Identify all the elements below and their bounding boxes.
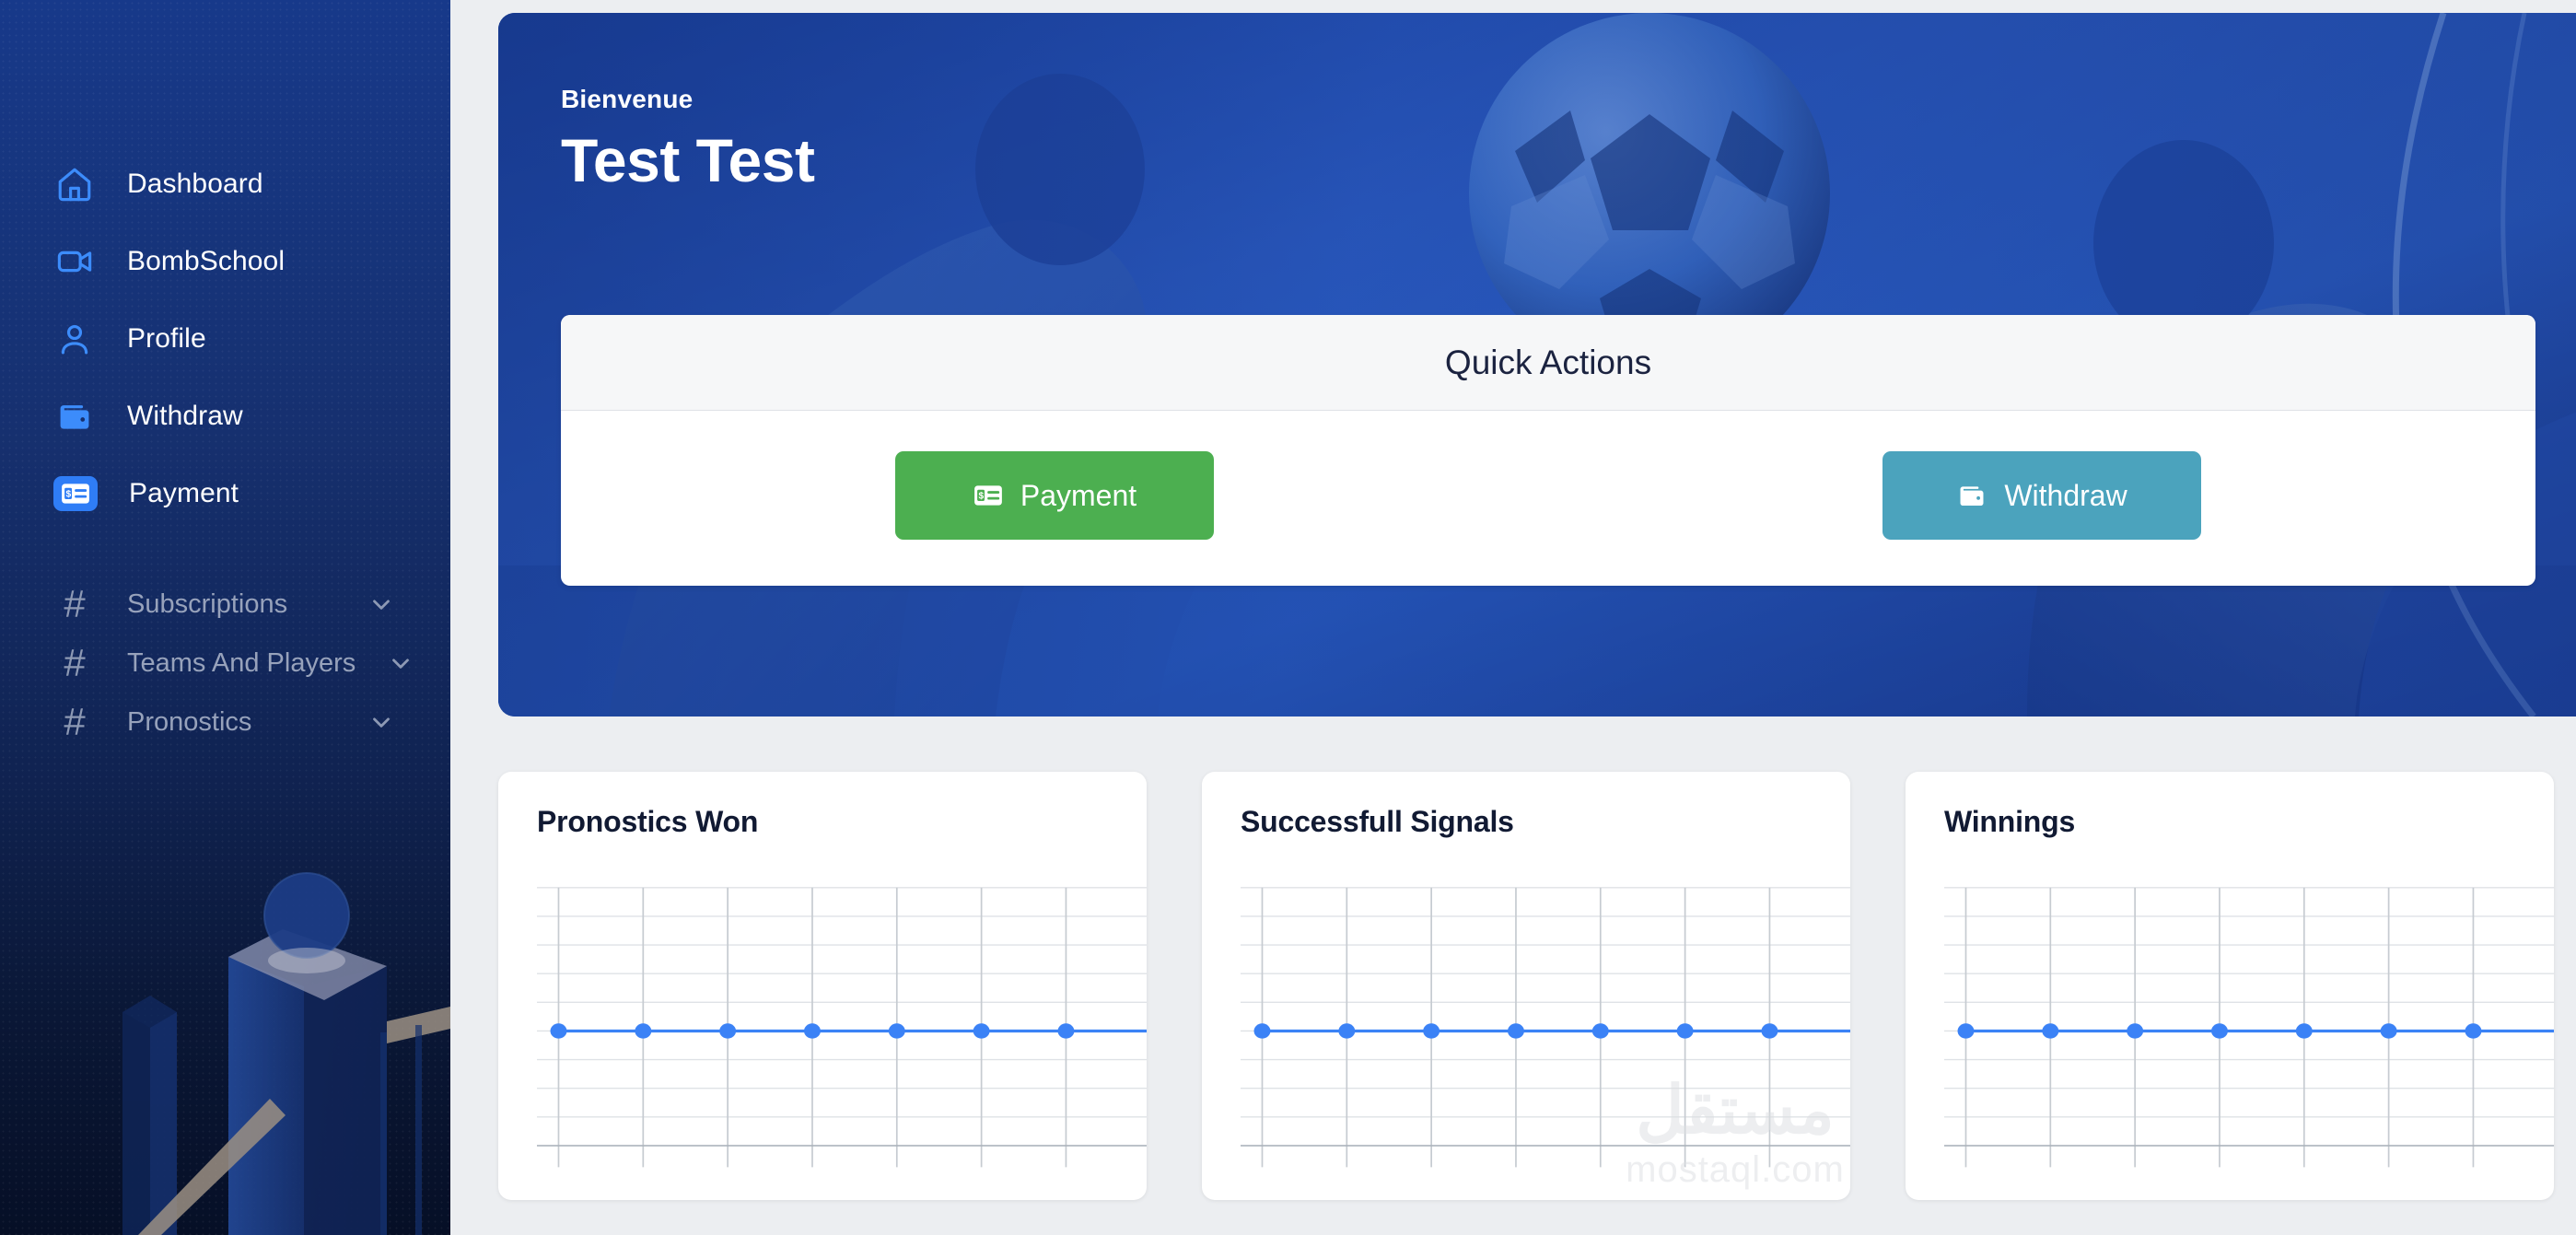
hero-text: Bienvenue Test Test bbox=[561, 85, 815, 195]
sidebar-item-withdraw[interactable]: Withdraw bbox=[0, 378, 450, 455]
sidebar-item-label: Withdraw bbox=[127, 401, 243, 431]
payment-button-label: Payment bbox=[1020, 478, 1137, 512]
main-content: Bienvenue Test Test Quick Actions $ Paym… bbox=[450, 0, 2576, 1235]
sidebar-item-label: Payment bbox=[129, 478, 239, 508]
chart-winnings bbox=[1944, 882, 2554, 1178]
stat-cards-row: Pronostics Won Successfull Signals Winni… bbox=[450, 772, 2576, 1200]
chart-successfull-signals bbox=[1241, 882, 1850, 1178]
isometric-city-illustration bbox=[122, 872, 450, 1235]
quick-actions-header: Quick Actions bbox=[561, 315, 2535, 411]
stat-card-title: Pronostics Won bbox=[537, 805, 759, 838]
svg-text:$: $ bbox=[66, 490, 72, 500]
sidebar-item-payment[interactable]: $ Payment bbox=[0, 455, 450, 532]
sidebar-group-pronostics[interactable]: # Pronostics bbox=[0, 693, 450, 751]
payment-card-icon: $ bbox=[53, 476, 98, 511]
stat-card-winnings: Winnings bbox=[1906, 772, 2554, 1200]
stat-card-title: Successfull Signals bbox=[1241, 805, 1514, 838]
quick-actions-right-slot: Withdraw bbox=[1548, 451, 2535, 540]
hero-welcome-label: Bienvenue bbox=[561, 85, 694, 113]
sidebar-nav: Dashboard BombSchool Profile Withdraw $ … bbox=[0, 0, 450, 751]
hash-icon: # bbox=[64, 700, 86, 743]
sidebar-group-label: Pronostics bbox=[127, 706, 252, 737]
chevron-down-icon[interactable] bbox=[367, 708, 395, 736]
hash-icon: # bbox=[64, 582, 86, 625]
sidebar-item-label: BombSchool bbox=[127, 246, 286, 276]
hero-banner: Bienvenue Test Test Quick Actions $ Paym… bbox=[498, 13, 2576, 717]
sidebar-group-subscriptions[interactable]: # Subscriptions bbox=[0, 575, 450, 634]
withdraw-button-label: Withdraw bbox=[2004, 478, 2127, 512]
sidebar-group-label: Teams And Players bbox=[127, 647, 356, 678]
wallet-icon bbox=[53, 395, 96, 437]
payment-card-icon: $ bbox=[973, 480, 1004, 511]
stat-card-successfull-signals: Successfull Signals bbox=[1202, 772, 1850, 1200]
quick-actions-card: Quick Actions $ Payment Withdraw bbox=[561, 315, 2535, 586]
sidebar-divider-space bbox=[0, 532, 450, 575]
user-icon bbox=[53, 318, 96, 360]
home-icon bbox=[53, 163, 96, 205]
svg-text:$: $ bbox=[978, 492, 984, 502]
chevron-down-icon[interactable] bbox=[387, 649, 414, 677]
wallet-icon bbox=[1956, 480, 1987, 511]
chart-pronostics-won bbox=[537, 882, 1147, 1178]
quick-actions-title: Quick Actions bbox=[1444, 343, 1652, 381]
hash-icon: # bbox=[64, 641, 86, 684]
stat-card-pronostics-won: Pronostics Won bbox=[498, 772, 1147, 1200]
withdraw-button[interactable]: Withdraw bbox=[1882, 451, 2201, 540]
sidebar-item-dashboard[interactable]: Dashboard bbox=[0, 146, 450, 223]
quick-actions-body: $ Payment Withdraw bbox=[561, 411, 2535, 586]
dashboard-page: Dashboard BombSchool Profile Withdraw $ … bbox=[0, 0, 2576, 1235]
sidebar-group-label: Subscriptions bbox=[127, 588, 288, 619]
sidebar-item-label: Profile bbox=[127, 323, 206, 354]
stat-card-title: Winnings bbox=[1944, 805, 2076, 838]
video-icon bbox=[53, 240, 96, 283]
sidebar-item-profile[interactable]: Profile bbox=[0, 300, 450, 378]
quick-actions-left-slot: $ Payment bbox=[561, 451, 1548, 540]
chevron-down-icon[interactable] bbox=[367, 590, 395, 618]
sidebar-item-bombschool[interactable]: BombSchool bbox=[0, 223, 450, 300]
payment-button[interactable]: $ Payment bbox=[895, 451, 1214, 540]
hero-user-name: Test Test bbox=[561, 126, 815, 194]
sidebar-group-teams-and-players[interactable]: # Teams And Players bbox=[0, 634, 450, 693]
sidebar-item-label: Dashboard bbox=[127, 169, 263, 199]
sidebar: Dashboard BombSchool Profile Withdraw $ … bbox=[0, 0, 450, 1235]
